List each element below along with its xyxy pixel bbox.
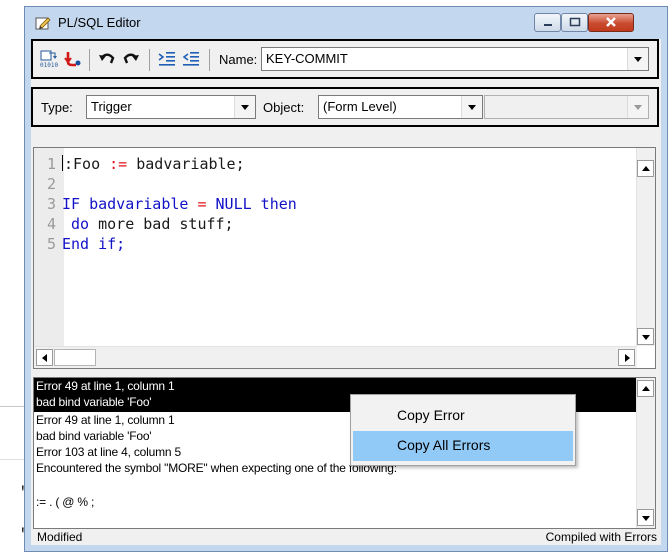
window-title: PL/SQL Editor bbox=[58, 15, 141, 30]
type-select[interactable]: Trigger bbox=[86, 95, 256, 119]
error-detail[interactable]: bad bind variable 'Foo' bbox=[36, 429, 152, 443]
close-icon bbox=[606, 17, 616, 27]
error-detail[interactable]: Encountered the symbol "MORE" when expec… bbox=[36, 461, 397, 475]
code-line: 3 IF badvariable = NULL then bbox=[46, 195, 297, 213]
menu-item-label: Copy Error bbox=[397, 407, 465, 423]
editor-pencil-icon bbox=[35, 17, 51, 30]
error-detail[interactable]: bad bind variable 'Foo' bbox=[36, 395, 152, 409]
arrow-up-icon bbox=[642, 166, 650, 171]
editor-horizontal-scrollbar[interactable] bbox=[34, 346, 637, 368]
redo-icon[interactable] bbox=[121, 50, 141, 68]
scroll-left-button[interactable] bbox=[36, 349, 53, 366]
toolbar-separator bbox=[149, 49, 150, 71]
error-vertical-scrollbar[interactable] bbox=[636, 378, 655, 528]
scroll-down-button[interactable] bbox=[637, 328, 654, 345]
close-button[interactable] bbox=[588, 13, 634, 32]
code-line: 1:Foo := badvariable; bbox=[46, 155, 245, 173]
scroll-up-button[interactable] bbox=[637, 380, 654, 397]
plsql-editor-window: PL/SQL Editor 01010 Name: KEY-COMMIT Typ… bbox=[24, 6, 668, 552]
code-line: 2 bbox=[46, 175, 56, 193]
chevron-down-icon[interactable] bbox=[461, 96, 482, 118]
filter-bar: Type: Trigger Object: (Form Level) bbox=[31, 87, 659, 127]
object-secondary-select[interactable] bbox=[484, 95, 649, 119]
chevron-down-icon[interactable] bbox=[234, 96, 255, 118]
indent-icon[interactable] bbox=[157, 50, 177, 68]
error-item[interactable]: Error 103 at line 4, column 5 bbox=[36, 445, 181, 459]
code-line: 4 do more bad stuff; bbox=[46, 215, 234, 233]
minimize-button[interactable] bbox=[534, 13, 561, 32]
minimize-icon bbox=[543, 24, 552, 26]
scroll-down-button[interactable] bbox=[637, 509, 654, 526]
outdent-icon[interactable] bbox=[181, 50, 201, 68]
code-editor[interactable]: 1:Foo := badvariable; 2 3 IF badvariable … bbox=[33, 147, 656, 369]
scroll-thumb[interactable] bbox=[54, 349, 96, 366]
svg-text:01010: 01010 bbox=[40, 62, 58, 68]
status-compile-state: Compiled with Errors bbox=[545, 530, 657, 544]
editor-client-area: 01010 Name: KEY-COMMIT Type: Trigger Obj… bbox=[31, 39, 661, 545]
compile-icon[interactable]: 01010 bbox=[39, 50, 59, 68]
code-text[interactable]: 1:Foo := badvariable; 2 3 IF badvariable … bbox=[34, 154, 297, 254]
type-label: Type: bbox=[41, 100, 73, 115]
arrow-right-icon bbox=[625, 354, 630, 362]
error-detail[interactable]: := . ( @ % ; bbox=[36, 495, 94, 509]
context-menu: Copy Error Copy All Errors bbox=[350, 394, 576, 466]
revert-icon[interactable] bbox=[63, 50, 83, 68]
code-line: 5 End if; bbox=[46, 235, 126, 253]
undo-icon[interactable] bbox=[97, 50, 117, 68]
copy-all-errors-menu-item[interactable]: Copy All Errors bbox=[353, 431, 573, 461]
object-select-value: (Form Level) bbox=[323, 99, 397, 114]
status-bar: Modified Compiled with Errors bbox=[31, 529, 661, 545]
status-modified: Modified bbox=[37, 530, 83, 544]
chevron-down-icon[interactable] bbox=[627, 96, 648, 118]
toolbar: 01010 Name: KEY-COMMIT bbox=[31, 39, 659, 79]
error-item[interactable]: Error 49 at line 1, column 1 bbox=[36, 379, 175, 393]
toolbar-separator bbox=[209, 49, 210, 71]
arrow-down-icon bbox=[642, 516, 650, 521]
scroll-right-button[interactable] bbox=[618, 349, 635, 366]
maximize-icon bbox=[569, 17, 580, 27]
copy-error-menu-item[interactable]: Copy Error bbox=[353, 401, 573, 431]
maximize-button[interactable] bbox=[561, 13, 588, 32]
arrow-down-icon bbox=[642, 335, 650, 340]
arrow-up-icon bbox=[642, 386, 650, 391]
chevron-down-icon[interactable] bbox=[627, 48, 648, 70]
toolbar-separator bbox=[89, 49, 90, 71]
name-select-value: KEY-COMMIT bbox=[266, 51, 348, 66]
name-select[interactable]: KEY-COMMIT bbox=[261, 47, 649, 71]
error-item[interactable]: Error 49 at line 1, column 1 bbox=[36, 413, 175, 427]
scroll-up-button[interactable] bbox=[637, 160, 654, 177]
object-label: Object: bbox=[263, 100, 305, 115]
editor-vertical-scrollbar[interactable] bbox=[636, 148, 655, 346]
menu-item-label: Copy All Errors bbox=[397, 437, 491, 453]
title-bar[interactable]: PL/SQL Editor bbox=[25, 7, 667, 39]
name-label: Name: bbox=[219, 52, 258, 67]
object-select[interactable]: (Form Level) bbox=[318, 95, 483, 119]
arrow-left-icon bbox=[42, 354, 47, 362]
type-select-value: Trigger bbox=[91, 99, 132, 114]
